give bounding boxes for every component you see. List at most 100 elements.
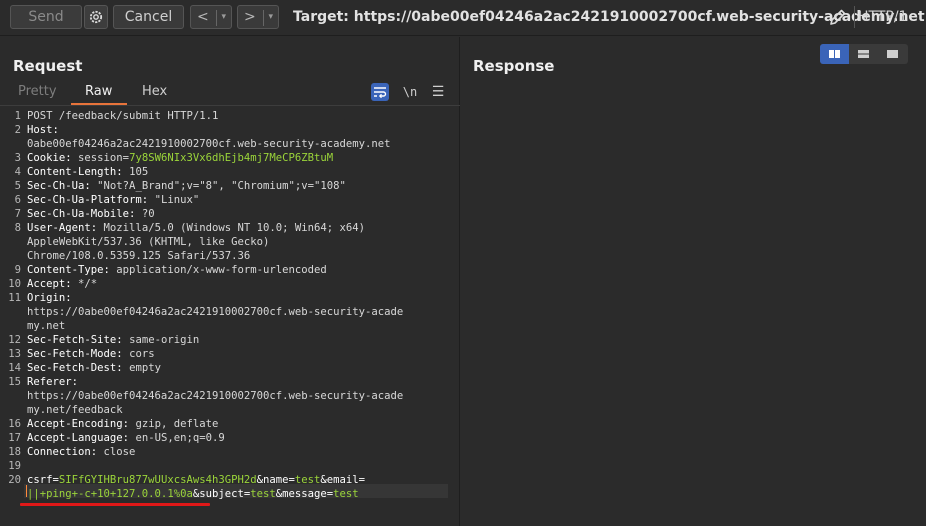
line-number: 1	[14, 110, 21, 122]
code-line: Chrome/108.0.5359.125 Safari/537.36	[0, 249, 460, 263]
code-token: "Linux"	[154, 194, 200, 206]
code-line: 9 Content-Type: application/x-www-form-ur…	[0, 263, 460, 277]
line-number: 15	[8, 376, 21, 388]
code-token: "Not?A_Brand";v="8", "Chromium";v="108"	[97, 180, 346, 192]
wrap-lines-button[interactable]	[371, 83, 389, 101]
code-token: Origin:	[27, 292, 72, 304]
code-line: 3 Cookie: session=7y8SW6NIx3Vx6dhEjb4mj7M…	[0, 151, 460, 165]
code-token: Sec-Ch-Ua-Platform:	[27, 194, 155, 206]
code-token: &email=	[320, 474, 366, 486]
line-text: Chrome/108.0.5359.125 Safari/537.36	[27, 249, 250, 263]
menu-icon[interactable]: ☰	[429, 83, 447, 101]
line-number: 16	[8, 418, 21, 430]
line-text: User-Agent: Mozilla/5.0 (Windows NT 10.0…	[27, 221, 365, 235]
code-line: my.net/feedback	[0, 403, 460, 417]
line-text: 0abe00ef04246a2ac2421910002700cf.web-sec…	[27, 137, 391, 151]
split-horizontal-icon	[829, 50, 840, 58]
response-title: Response	[473, 57, 555, 75]
code-token: test	[294, 474, 321, 486]
code-token: Sec-Fetch-Site:	[27, 334, 130, 346]
code-line: 2 Host:	[0, 123, 460, 137]
line-number: 11	[8, 292, 21, 304]
code-token: &name=	[256, 474, 295, 486]
back-button[interactable]: < ▾	[190, 5, 232, 29]
code-token: &subject=	[192, 488, 251, 500]
code-token: application/x-www-form-urlencoded	[116, 264, 327, 276]
code-token: session=	[78, 152, 130, 164]
line-text: Sec-Ch-Ua-Platform: "Linux"	[27, 193, 199, 207]
code-line: 7 Sec-Ch-Ua-Mobile: ?0	[0, 207, 460, 221]
code-line: 5 Sec-Ch-Ua: "Not?A_Brand";v="8", "Chromi…	[0, 179, 460, 193]
code-token: Chrome/108.0.5359.125 Safari/537.36	[27, 250, 251, 262]
newline-icon[interactable]: \n	[401, 83, 419, 101]
line-number: 6	[14, 194, 21, 206]
line-text: Content-Length: 105	[27, 165, 148, 179]
forward-button[interactable]: > ▾	[237, 5, 279, 29]
pencil-icon	[830, 9, 846, 25]
code-line: 8 User-Agent: Mozilla/5.0 (Windows NT 10.…	[0, 221, 460, 235]
code-token: Accept-Encoding:	[27, 418, 136, 430]
single-pane-icon	[887, 50, 898, 58]
line-text: AppleWebKit/537.36 (KHTML, like Gecko)	[27, 235, 269, 249]
http-version-toggle[interactable]: HTTP/1	[853, 6, 907, 28]
request-title: Request	[13, 57, 83, 75]
code-token: en-US,en;q=0.9	[135, 432, 225, 444]
line-text: ||+ping+-c+10+127.0.0.1%0a&subject=test&…	[27, 487, 359, 501]
code-token: Sec-Fetch-Dest:	[27, 362, 130, 374]
line-number: 13	[8, 348, 21, 360]
code-token: 7y8SW6NIx3Vx6dhEjb4mj7MeCP6ZBtuM	[129, 152, 334, 164]
chevron-down-icon[interactable]: ▾	[268, 6, 273, 28]
split-vertical-icon	[858, 50, 869, 58]
line-text: POST /feedback/submit HTTP/1.1	[27, 109, 218, 123]
code-token: Accept-Language:	[27, 432, 136, 444]
back-divider	[216, 10, 217, 26]
code-token: Mozilla/5.0 (Windows NT 10.0; Win64; x64…	[103, 222, 366, 234]
code-line: my.net	[0, 319, 460, 333]
cancel-button[interactable]: Cancel	[113, 5, 184, 29]
line-text: https://0abe00ef04246a2ac2421910002700cf…	[27, 305, 403, 319]
code-token: &message=	[275, 488, 334, 500]
code-token: https://0abe00ef04246a2ac2421910002700cf…	[27, 306, 404, 318]
line-text: Referer:	[27, 375, 78, 389]
code-token: cors	[129, 348, 155, 360]
code-token: 105	[129, 166, 149, 178]
send-button[interactable]: Send	[10, 5, 82, 29]
line-number: 17	[8, 432, 21, 444]
split-vertical-button[interactable]	[849, 44, 878, 64]
split-horizontal-button[interactable]	[820, 44, 849, 64]
edit-target-button[interactable]	[828, 6, 848, 28]
code-line: 18 Connection: close	[0, 445, 460, 459]
code-token: csrf=	[27, 474, 59, 486]
chevron-down-icon[interactable]: ▾	[221, 6, 226, 28]
back-arrow-icon: <	[197, 9, 209, 25]
line-number: 19	[8, 460, 21, 472]
tab-pretty[interactable]: Pretty	[18, 84, 57, 99]
tab-hex[interactable]: Hex	[142, 84, 167, 99]
code-token: same-origin	[129, 334, 200, 346]
code-token: Content-Type:	[27, 264, 117, 276]
code-token: ?0	[141, 208, 155, 220]
code-line: 0abe00ef04246a2ac2421910002700cf.web-sec…	[0, 137, 460, 151]
code-token: Connection:	[27, 446, 104, 458]
single-pane-button[interactable]	[878, 44, 907, 64]
line-number: 9	[14, 264, 21, 276]
code-token: https://0abe00ef04246a2ac2421910002700cf…	[27, 390, 404, 402]
line-number: 10	[8, 278, 21, 290]
line-text: Accept: */*	[27, 277, 97, 291]
line-text: csrf=SIFfGYIHBru877wUUxcsAws4h3GPH2d&nam…	[27, 473, 365, 487]
code-line: ||+ping+-c+10+127.0.0.1%0a&subject=test&…	[0, 487, 460, 501]
code-line: 13 Sec-Fetch-Mode: cors	[0, 347, 460, 361]
code-token: Host:	[27, 124, 59, 136]
settings-button[interactable]	[84, 5, 108, 29]
line-text: Origin:	[27, 291, 72, 305]
line-text: Accept-Language: en-US,en;q=0.9	[27, 431, 225, 445]
line-text: my.net	[27, 319, 65, 333]
line-text: Sec-Fetch-Dest: empty	[27, 361, 161, 375]
tab-raw[interactable]: Raw	[85, 84, 112, 99]
request-tabs: Pretty Raw Hex \n ☰	[0, 81, 460, 106]
code-token: my.net/feedback	[27, 404, 123, 416]
request-editor[interactable]: 1 POST /feedback/submit HTTP/1.1 2 Host: 0ab…	[0, 109, 460, 526]
line-text: Sec-Fetch-Mode: cors	[27, 347, 155, 361]
code-line: 11 Origin:	[0, 291, 460, 305]
code-line: 16 Accept-Encoding: gzip, deflate	[0, 417, 460, 431]
